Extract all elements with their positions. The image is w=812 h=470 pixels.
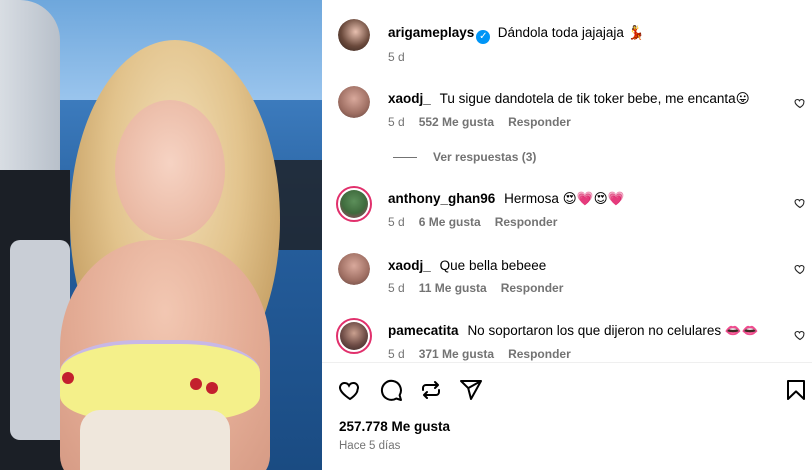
commenter-avatar[interactable]: [336, 186, 372, 222]
post-video[interactable]: [0, 0, 322, 470]
comment-age: 5 d: [388, 347, 405, 361]
actions-divider: [322, 362, 812, 363]
comment-line: anthony_ghan96 Hermosa 😍💗😍💗: [388, 190, 624, 208]
cherry-print: [190, 378, 202, 390]
verified-icon: ✓: [476, 30, 491, 44]
comment-line: xaodj_ Que bella bebeee: [388, 257, 546, 275]
commenter-avatar[interactable]: [338, 86, 370, 118]
like-count[interactable]: 257.778 Me gusta: [339, 419, 450, 434]
comment-likes[interactable]: 11 Me gusta: [419, 281, 487, 295]
comment-username[interactable]: pamecatita: [388, 323, 459, 338]
comment-text: Tu sigue dandotela de tik toker bebe, me…: [439, 91, 750, 106]
comment-age: 5 d: [388, 215, 405, 229]
comment-likes[interactable]: 6 Me gusta: [419, 215, 481, 229]
comment-icon[interactable]: [379, 378, 403, 402]
share-icon[interactable]: [459, 378, 483, 402]
comment-username[interactable]: xaodj_: [388, 258, 431, 273]
post-details: arigameplays ✓ Dándola toda jajajaja 💃 5 …: [322, 0, 812, 470]
caption-age: 5 d: [388, 50, 405, 64]
comment-likes[interactable]: 371 Me gusta: [419, 347, 494, 361]
cherry-print: [62, 372, 74, 384]
comment-meta: 5 d 6 Me gusta Responder: [388, 215, 571, 229]
heart-icon[interactable]: [794, 197, 806, 209]
commenter-avatar[interactable]: [338, 253, 370, 285]
comment-likes[interactable]: 552 Me gusta: [419, 115, 494, 129]
caption-line: arigameplays ✓ Dándola toda jajajaja 💃: [388, 24, 644, 44]
comment-text: Hermosa 😍💗😍💗: [504, 191, 625, 206]
heart-icon[interactable]: [794, 329, 806, 341]
comment-text: No soportaron los que dijeron no celular…: [467, 323, 759, 338]
replies-line: [393, 157, 417, 158]
view-replies-button[interactable]: Ver respuestas (3): [433, 150, 536, 164]
comment-text: Que bella bebeee: [439, 258, 547, 273]
comment-meta: 5 d 552 Me gusta Responder: [388, 115, 585, 129]
caption-text: Dándola toda jajajaja 💃: [497, 25, 645, 40]
post-date: Hace 5 días: [339, 440, 401, 452]
bookmark-icon[interactable]: [784, 378, 808, 402]
author-username[interactable]: arigameplays: [388, 25, 474, 40]
comment-username[interactable]: anthony_ghan96: [388, 191, 495, 206]
reply-button[interactable]: Responder: [508, 115, 571, 129]
commenter-avatar[interactable]: [336, 318, 372, 354]
repost-icon[interactable]: [419, 378, 443, 402]
comment-meta: 5 d 11 Me gusta Responder: [388, 281, 577, 295]
heart-icon[interactable]: [794, 263, 806, 275]
like-heart-icon[interactable]: [338, 378, 362, 402]
comment-age: 5 d: [388, 115, 405, 129]
video-person-face: [115, 100, 225, 240]
video-person-skirt: [80, 410, 230, 470]
comment-line: pamecatita No soportaron los que dijeron…: [388, 322, 758, 340]
cherry-print: [206, 382, 218, 394]
reply-button[interactable]: Responder: [495, 215, 558, 229]
author-avatar[interactable]: [338, 19, 370, 51]
reply-button[interactable]: Responder: [501, 281, 564, 295]
comment-age: 5 d: [388, 281, 405, 295]
video-person-top: [60, 340, 260, 420]
comment-meta: 5 d 371 Me gusta Responder: [388, 347, 585, 361]
comment-username[interactable]: xaodj_: [388, 91, 431, 106]
comment-line: xaodj_ Tu sigue dandotela de tik toker b…: [388, 90, 750, 108]
reply-button[interactable]: Responder: [508, 347, 571, 361]
heart-icon[interactable]: [794, 97, 806, 109]
